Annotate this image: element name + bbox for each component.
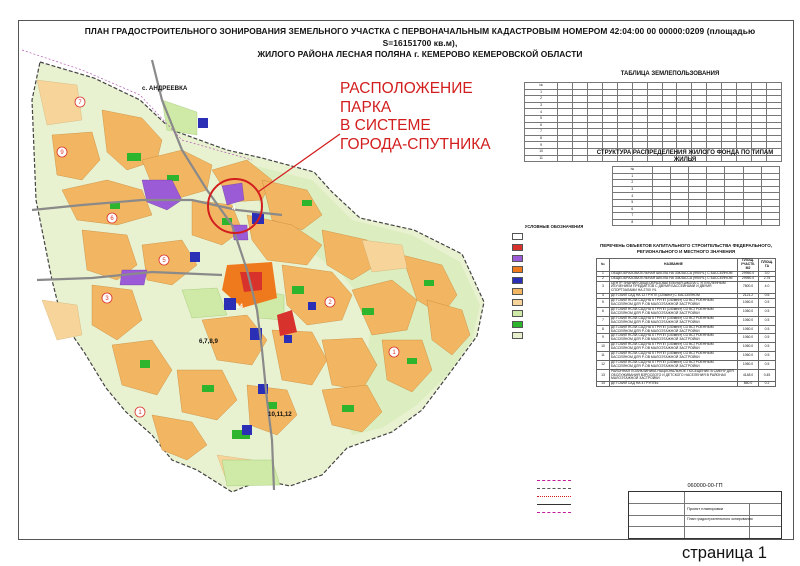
objects-cell-ha: 0.5 — [758, 324, 776, 335]
housing-title: СТРУКТУРА РАСПРЕДЕЛЕНИЯ ЖИЛОГО ФОНДА ПО … — [596, 150, 774, 163]
objects-cell-name: РАЙОННАЯ ПОЛИКЛИНИКА НАЦИОНАЛЬНОЕ ПОСЕЩЕ… — [609, 368, 738, 383]
objects-cell-ha: 0.5 — [758, 333, 776, 344]
map-label-village: с. АНДРЕЕВКА — [142, 85, 188, 92]
objects-cell-no: 11 — [596, 351, 610, 361]
objects-cell-area: 7800.0 — [737, 280, 759, 295]
objects-cell-no: 12 — [596, 359, 610, 370]
title-block-code: 060000-00-ГП — [687, 483, 723, 489]
objects-cell-area: 4148.0 — [737, 368, 759, 383]
objects-cell-no: 10 — [596, 342, 610, 353]
objects-cell-no: 7 — [596, 315, 610, 326]
objects-cell-area: 1060.0 — [737, 315, 759, 326]
legend-head: УСЛОВНЫЕ ОБОЗНАЧЕНИЯ — [524, 224, 584, 229]
map-label-cluster2: 10,11,12 — [268, 411, 292, 418]
objects-cell-area: 1060.0 — [737, 342, 759, 353]
objects-cell-no: 13 — [596, 368, 610, 383]
callout-line1: РАСПОЛОЖЕНИЕ — [340, 80, 473, 97]
map-legend: УСЛОВНЫЕ ОБОЗНАЧЕНИЯ — [512, 224, 596, 343]
objects-cell-ha: 0.5 — [758, 306, 776, 317]
objects-cell-ha: 0.5 — [758, 298, 776, 308]
objects-row: 6 ДЕТСКИЙ ЯСЛИ-САД НА 6 ГРУПП (140мест) С… — [596, 306, 776, 317]
objects-cell-name: ДЕТСКИЙ ЯСЛИ-САД НА 6 ГРУПП (140мест) СО… — [609, 315, 738, 326]
objects-cell-ha: 4.0 — [758, 280, 776, 295]
title-block-sheet: План градостроительного зонирования — [687, 517, 753, 521]
objects-col-name: НАЗВАНИЕ — [609, 258, 738, 272]
title-block-project: Проект планировки — [687, 506, 724, 511]
objects-cell-area: 1060.0 — [737, 324, 759, 335]
objects-cell-ha: 0.5 — [758, 342, 776, 353]
line-legend — [537, 476, 575, 516]
objects-cell-no: 9 — [596, 333, 610, 344]
objects-cell-area: 1060.0 — [737, 306, 759, 317]
objects-row: 14 ДЕТСКИЙ САД НА 4 ГРУППЫ 860.0 0.2 — [596, 381, 776, 388]
objects-head: ПЕРЕЧЕНЬ ОБЪЕКТОВ КАПИТАЛЬНОГО СТРОИТЕЛЬ… — [599, 243, 773, 254]
objects-row: 7 ДЕТСКИЙ ЯСЛИ-САД НА 6 ГРУПП (140мест) С… — [596, 315, 776, 326]
objects-cell-area: 1060.0 — [737, 359, 759, 370]
map-label-cluster1: 6,7,8,9 — [199, 338, 218, 345]
title-block: 060000-00-ГП Проект планировки План град… — [628, 483, 782, 539]
objects-row: 13 РАЙОННАЯ ПОЛИКЛИНИКА НАЦИОНАЛЬНОЕ ПОСЕ… — [596, 368, 776, 383]
objects-cell-ha: 0.5 — [758, 359, 776, 370]
objects-cell-area: 1060.0 — [737, 351, 759, 361]
objects-cell-no: 6 — [596, 306, 610, 317]
land-balance-title: ТАБЛИЦА ЗЕМЛЕПОЛЬЗОВАНИЯ — [620, 71, 720, 77]
callout-line3: В СИСТЕМЕ — [340, 117, 431, 134]
objects-cell-ha: 0.2 — [758, 381, 776, 388]
objects-cell-name: ДЕТСКИЙ ЯСЛИ-САД НА 6 ГРУПП (140мест) СО… — [609, 306, 738, 317]
map-label-park: 4 — [232, 205, 236, 212]
objects-cell-area: 1060.0 — [737, 298, 759, 308]
objects-cell-area: 1060.0 — [737, 333, 759, 344]
objects-row: 3 ЦЕНТР ЗНАНИЙ ОБЩЕОБРАЗОВАТЕЛЬНАЯ ШКОЛА … — [596, 280, 776, 295]
objects-cell-name: ЦЕНТР ЗНАНИЙ ОБЩЕОБРАЗОВАТЕЛЬНАЯ ШКОЛА С… — [609, 280, 738, 295]
objects-cell-no: 5 — [596, 298, 610, 308]
objects-cell-ha: 0.45 — [758, 368, 776, 383]
objects-cell-ha: 0.5 — [758, 351, 776, 361]
park-callout: РАСПОЛОЖЕНИЕ ПАРКА В СИСТЕМЕ ГОРОДА-СПУТ… — [340, 80, 510, 154]
callout-line4: ГОРОДА-СПУТНИКА — [340, 135, 491, 153]
objects-col-area: ПЛОЩ. УЧАСТК. М2 — [737, 258, 759, 272]
objects-cell-area: 860.0 — [737, 381, 759, 388]
objects-row: 12 ДЕТСКИЙ ЯСЛИ-САД НА 6 ГРУПП (140мест) … — [596, 359, 776, 370]
callout-line2: ПАРКА — [340, 98, 392, 116]
objects-cell-no: 14 — [596, 381, 610, 388]
objects-cell-no: 3 — [596, 280, 610, 295]
map-label-site: 14 — [236, 303, 243, 310]
objects-cell-name: ДЕТСКИЙ ЯСЛИ-САД НА 6 ГРУПП (140мест) СО… — [609, 359, 738, 370]
objects-cell-name: ДЕТСКИЙ САД НА 4 ГРУППЫ — [609, 381, 738, 388]
objects-col-no: № — [596, 258, 610, 272]
objects-table: № НАЗВАНИЕ ПЛОЩ. УЧАСТК. М2 ПЛОЩ. ГА 1 ОБ… — [596, 258, 776, 388]
objects-cell-no: 8 — [596, 324, 610, 335]
objects-col-ha: ПЛОЩ. ГА — [758, 258, 776, 272]
objects-cell-ha: 0.5 — [758, 315, 776, 326]
housing-table: № 1 2 3 4 5 6 7 8 — [612, 166, 781, 227]
page-caption: страница 1 — [682, 544, 767, 562]
